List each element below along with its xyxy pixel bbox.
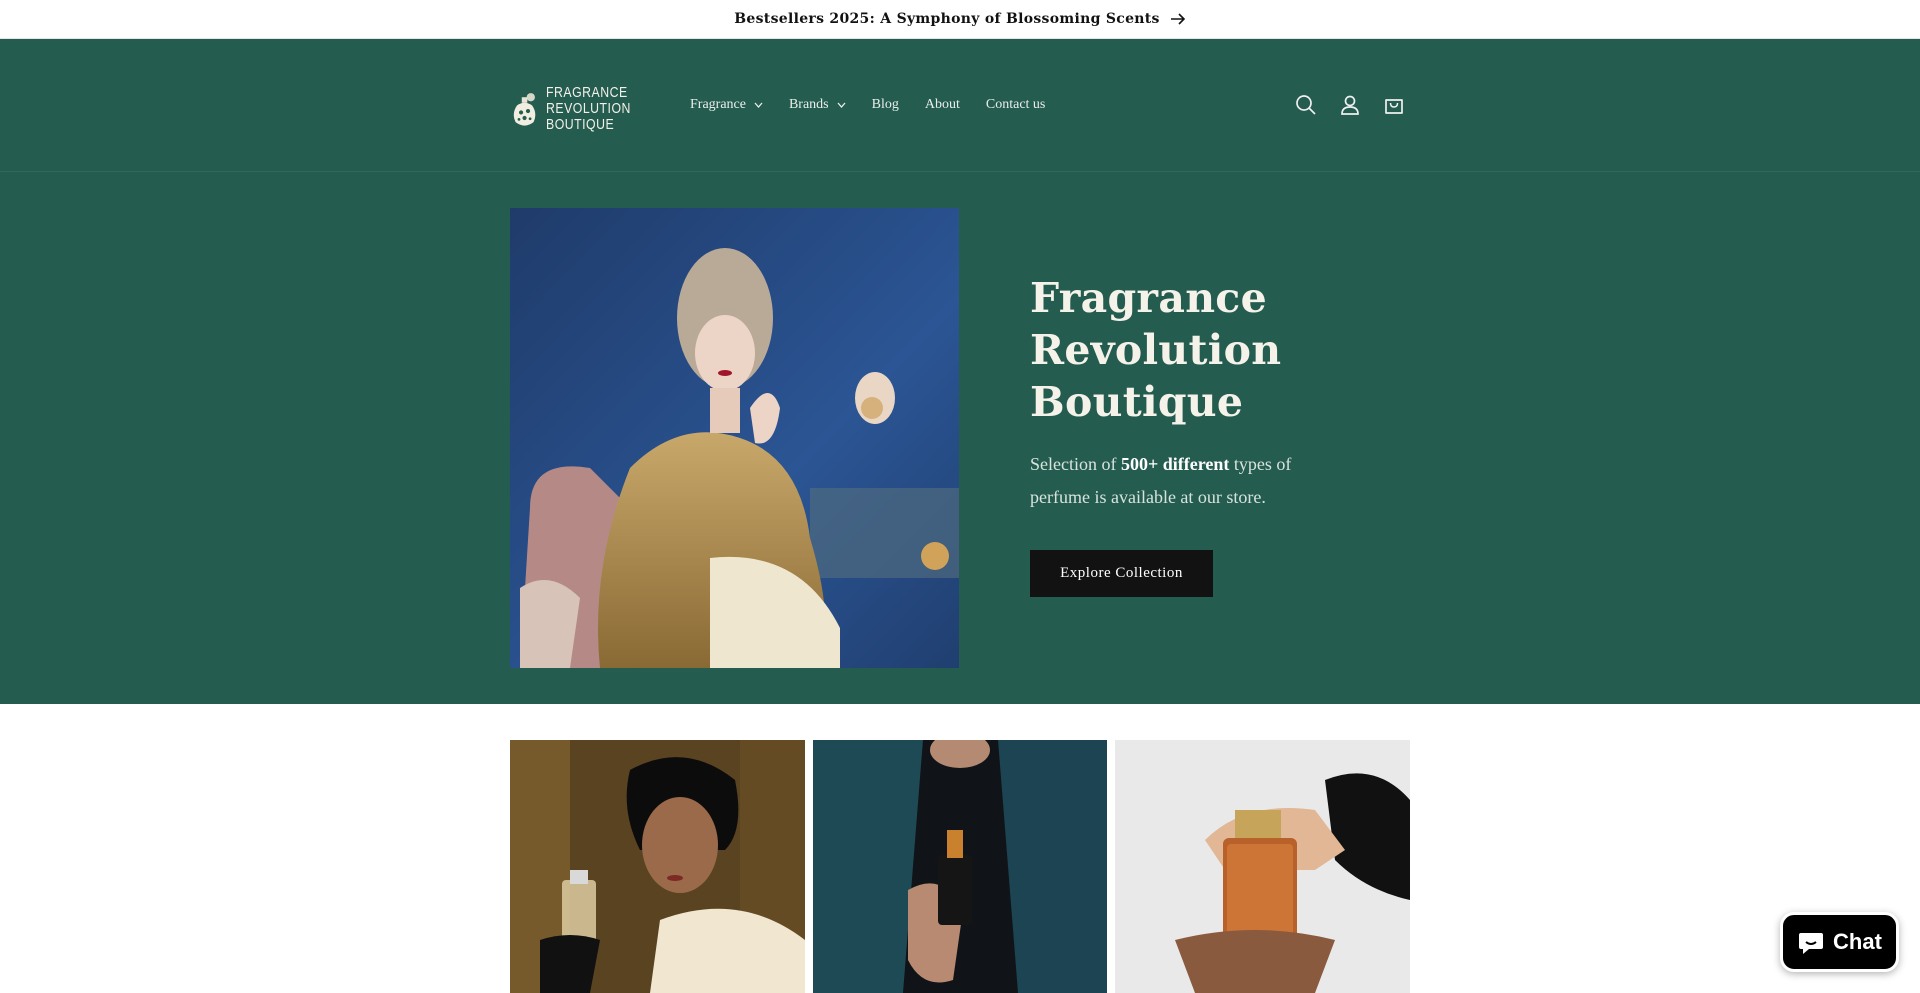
logo-line-3: BOUTIQUE bbox=[546, 116, 615, 133]
hero-title-line-2: Revolution bbox=[1030, 326, 1282, 374]
nav-label: Blog bbox=[871, 97, 899, 112]
collection-grid bbox=[510, 740, 1411, 993]
chevron-down-icon bbox=[754, 102, 763, 108]
announcement-link[interactable]: Bestsellers 2025: A Symphony of Blossomi… bbox=[734, 11, 1185, 27]
cart-button[interactable] bbox=[1372, 91, 1416, 119]
announcement-text: Bestsellers 2025: A Symphony of Blossomi… bbox=[734, 11, 1160, 27]
arrow-right-icon bbox=[1170, 13, 1185, 25]
card-image bbox=[510, 740, 805, 993]
card-image bbox=[1115, 740, 1411, 993]
chevron-down-icon bbox=[837, 102, 846, 108]
hero-description: Selection of 500+ different types of per… bbox=[1030, 448, 1350, 514]
card-image bbox=[812, 740, 1108, 993]
logo-line-2: REVOLUTION bbox=[546, 100, 632, 117]
hero-title-line-1: Fragrance bbox=[1030, 274, 1267, 322]
logo-line-1: FRAGRANCE bbox=[546, 84, 629, 101]
main-nav: Fragrance Brands Blog About Contact us bbox=[690, 92, 1058, 118]
chat-label: Chat bbox=[1833, 929, 1882, 954]
chat-button[interactable]: Chat bbox=[1780, 912, 1899, 972]
collection-card[interactable] bbox=[812, 740, 1108, 993]
account-button[interactable] bbox=[1328, 91, 1372, 119]
hero-image bbox=[510, 208, 959, 668]
hero-desc-bold: 500+ different bbox=[1120, 454, 1230, 474]
search-button[interactable] bbox=[1284, 91, 1328, 119]
nav-label: Contact us bbox=[985, 97, 1046, 112]
hero-section: Fragrance Revolution Boutique Selection … bbox=[0, 172, 1920, 704]
nav-item-contact[interactable]: Contact us bbox=[973, 92, 1059, 118]
perfume-bottle-logo-icon bbox=[513, 93, 536, 126]
logo-text: FRAGRANCE REVOLUTION BOUTIQUE bbox=[546, 85, 631, 133]
collection-card[interactable] bbox=[1115, 740, 1411, 993]
hero-title-line-3: Boutique bbox=[1030, 378, 1244, 426]
nav-item-brands[interactable]: Brands bbox=[776, 92, 859, 118]
header-icons bbox=[1284, 91, 1416, 119]
nav-item-about[interactable]: About bbox=[912, 92, 973, 118]
hero-text-block: Fragrance Revolution Boutique Selection … bbox=[1030, 272, 1350, 597]
collection-card[interactable] bbox=[510, 740, 805, 993]
announcement-bar: Bestsellers 2025: A Symphony of Blossomi… bbox=[0, 0, 1920, 39]
chat-bubble-icon bbox=[1799, 933, 1824, 954]
explore-collection-button[interactable]: Explore Collection bbox=[1030, 550, 1213, 597]
search-icon bbox=[1296, 95, 1316, 115]
hero-title: Fragrance Revolution Boutique bbox=[1030, 272, 1350, 428]
nav-item-fragrance[interactable]: Fragrance bbox=[690, 92, 776, 118]
site-header: FRAGRANCE REVOLUTION BOUTIQUE Fragrance … bbox=[0, 39, 1920, 172]
cart-icon bbox=[1385, 99, 1403, 114]
hero-desc-prefix: Selection of bbox=[1030, 454, 1121, 474]
nav-label: Fragrance bbox=[690, 97, 746, 112]
nav-label: About bbox=[924, 97, 960, 112]
logo[interactable]: FRAGRANCE REVOLUTION BOUTIQUE bbox=[510, 81, 650, 137]
nav-label: Brands bbox=[788, 97, 829, 112]
hero-portrait-illustration bbox=[510, 208, 959, 668]
nav-item-blog[interactable]: Blog bbox=[859, 92, 912, 118]
account-icon bbox=[1341, 95, 1359, 115]
